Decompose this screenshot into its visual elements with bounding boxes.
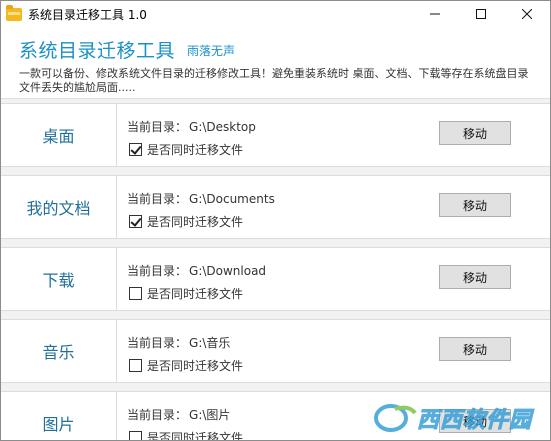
folder-row: 桌面 当前目录： G:\Desktop 是否同时迁移文件 移动 <box>1 103 550 167</box>
folder-name-label: 音乐 <box>1 319 117 383</box>
migrate-files-label[interactable]: 是否同时迁移文件 <box>147 429 243 440</box>
move-button[interactable]: 移动 <box>439 265 511 289</box>
maximize-button[interactable] <box>458 1 504 27</box>
migrate-files-option[interactable]: 是否同时迁移文件 <box>129 141 243 158</box>
current-dir-value: G:\Documents <box>189 192 275 206</box>
migrate-files-option[interactable]: 是否同时迁移文件 <box>129 213 243 230</box>
app-description: 一款可以备份、修改系统文件目录的迁移修改工具！避免重装系统时 桌面、文档、下载等… <box>19 67 529 94</box>
current-dir-value: G:\Download <box>189 264 267 278</box>
folder-row-body: 当前目录： G:\Documents 是否同时迁移文件 移动 <box>117 175 550 239</box>
migrate-files-checkbox[interactable] <box>129 431 142 440</box>
move-button[interactable]: 移动 <box>439 337 511 361</box>
migrate-files-checkbox[interactable] <box>129 143 142 156</box>
minimize-icon <box>430 13 440 15</box>
app-window: 系统目录迁移工具 1.0 系统目录迁移工具 雨落无声 一款可以备份、修改系统文件… <box>0 0 551 441</box>
folder-row: 音乐 当前目录： G:\音乐 是否同时迁移文件 移动 <box>1 319 550 383</box>
migrate-files-option[interactable]: 是否同时迁移文件 <box>129 285 243 302</box>
minimize-button[interactable] <box>412 1 458 27</box>
current-dir-value: G:\音乐 <box>189 336 231 350</box>
current-dir-prefix: 当前目录： <box>127 408 188 422</box>
close-icon <box>522 9 532 19</box>
current-dir-prefix: 当前目录： <box>127 192 188 206</box>
author-label: 雨落无声 <box>187 44 236 58</box>
window-controls <box>412 1 550 27</box>
migrate-files-checkbox[interactable] <box>129 287 142 300</box>
title-bar[interactable]: 系统目录迁移工具 1.0 <box>1 1 550 27</box>
folder-row: 我的文档 当前目录： G:\Documents 是否同时迁移文件 移动 <box>1 175 550 239</box>
current-dir-prefix: 当前目录： <box>127 336 188 350</box>
watermark-logo-icon <box>373 404 417 432</box>
current-directory: 当前目录： G:\Download <box>127 262 266 279</box>
current-directory: 当前目录： G:\图片 <box>127 406 230 423</box>
move-button[interactable]: 移动 <box>439 193 511 217</box>
folder-row-body: 当前目录： G:\音乐 是否同时迁移文件 移动 <box>117 319 550 383</box>
folder-row: 下载 当前目录： G:\Download 是否同时迁移文件 移动 <box>1 247 550 311</box>
migrate-files-checkbox[interactable] <box>129 359 142 372</box>
migrate-files-label[interactable]: 是否同时迁移文件 <box>147 285 243 302</box>
migrate-files-label[interactable]: 是否同时迁移文件 <box>147 357 243 374</box>
migrate-files-option[interactable]: 是否同时迁移文件 <box>129 357 243 374</box>
current-directory: 当前目录： G:\Documents <box>127 190 275 207</box>
migrate-files-label[interactable]: 是否同时迁移文件 <box>147 213 243 230</box>
migrate-files-option[interactable]: 是否同时迁移文件 <box>129 429 243 440</box>
app-heading: 系统目录迁移工具 <box>19 40 176 62</box>
current-dir-prefix: 当前目录： <box>127 264 188 278</box>
folder-row-body: 当前目录： G:\Desktop 是否同时迁移文件 移动 <box>117 103 550 167</box>
window-title: 系统目录迁移工具 1.0 <box>28 7 147 22</box>
current-dir-value: G:\图片 <box>189 408 231 422</box>
folder-name-label: 我的文档 <box>1 175 117 239</box>
current-directory: 当前目录： G:\音乐 <box>127 334 230 351</box>
migrate-files-label[interactable]: 是否同时迁移文件 <box>147 141 243 158</box>
folder-name-label: 下载 <box>1 247 117 311</box>
header-panel: 系统目录迁移工具 雨落无声 一款可以备份、修改系统文件目录的迁移修改工具！避免重… <box>1 27 550 99</box>
close-button[interactable] <box>504 1 550 27</box>
watermark: 西西软件园 <box>373 402 532 434</box>
folder-name-label: 桌面 <box>1 103 117 167</box>
current-dir-value: G:\Desktop <box>189 120 256 134</box>
current-directory: 当前目录： G:\Desktop <box>127 118 256 135</box>
current-dir-prefix: 当前目录： <box>127 120 188 134</box>
maximize-icon <box>476 9 486 19</box>
folder-name-label: 图片 <box>1 391 117 440</box>
folder-row-body: 当前目录： G:\Download 是否同时迁移文件 移动 <box>117 247 550 311</box>
watermark-text: 西西软件园 <box>416 408 532 434</box>
migrate-files-checkbox[interactable] <box>129 215 142 228</box>
folder-icon <box>6 4 22 21</box>
move-button[interactable]: 移动 <box>439 121 511 145</box>
